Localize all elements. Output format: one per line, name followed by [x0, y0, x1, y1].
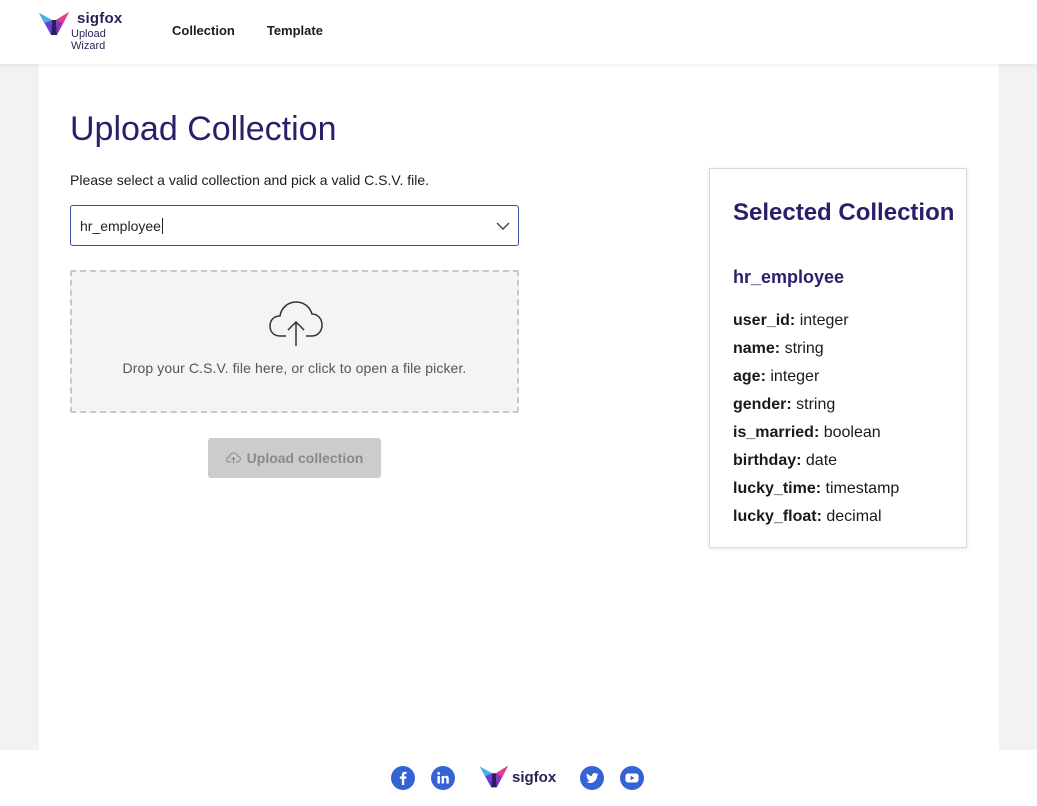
selected-collection-card: Selected Collection hr_employee user_id:…: [709, 168, 967, 548]
field-item: age: integer: [733, 363, 899, 391]
cloud-upload-icon: [225, 452, 241, 464]
nav-collection[interactable]: Collection: [172, 23, 235, 38]
footer: sigfox: [0, 750, 1037, 806]
field-name: birthday:: [733, 452, 802, 469]
field-name: user_id:: [733, 312, 796, 329]
twitter-link[interactable]: [580, 766, 604, 790]
field-name: gender:: [733, 396, 792, 413]
dropzone-text: Drop your C.S.V. file here, or click to …: [122, 360, 467, 376]
main-nav: Collection Template: [172, 23, 323, 38]
field-name: age:: [733, 368, 766, 385]
sigfox-butterfly-icon: [39, 12, 69, 35]
field-type: boolean: [823, 424, 881, 441]
sigfox-butterfly-icon: [479, 765, 509, 788]
collection-select[interactable]: hr_employee: [70, 205, 519, 246]
field-type: timestamp: [825, 480, 900, 497]
upload-button-label: Upload collection: [246, 450, 364, 466]
field-type: integer: [770, 368, 820, 385]
instructions-text: Please select a valid collection and pic…: [70, 172, 430, 188]
collection-fields-list: user_id: integer name: string age: integ…: [733, 307, 899, 531]
field-name: name:: [733, 340, 781, 357]
youtube-icon: [625, 773, 639, 783]
twitter-icon: [586, 773, 599, 783]
linkedin-link[interactable]: [431, 766, 455, 790]
field-type: string: [784, 340, 824, 357]
field-name: lucky_time:: [733, 480, 822, 497]
upload-collection-button[interactable]: Upload collection: [208, 438, 381, 478]
cloud-upload-icon: [269, 301, 323, 346]
page-title: Upload Collection: [70, 110, 337, 148]
file-dropzone[interactable]: Drop your C.S.V. file here, or click to …: [70, 270, 519, 413]
footer-brand-name: sigfox: [512, 769, 557, 786]
selected-collection-name: hr_employee: [733, 267, 845, 287]
brand-logo[interactable]: sigfox Upload Wizard: [38, 10, 128, 54]
brand-subtitle: Upload Wizard: [71, 28, 106, 52]
field-type: decimal: [826, 508, 882, 525]
field-name: is_married:: [733, 424, 820, 441]
facebook-link[interactable]: [391, 766, 415, 790]
main-panel: Upload Collection Please select a valid …: [39, 64, 999, 750]
youtube-link[interactable]: [620, 766, 644, 790]
chevron-down-icon[interactable]: [496, 219, 510, 233]
field-item: lucky_float: decimal: [733, 503, 899, 531]
field-item: gender: string: [733, 391, 899, 419]
field-item: is_married: boolean: [733, 419, 899, 447]
field-item: user_id: integer: [733, 307, 899, 335]
brand-name: sigfox: [77, 10, 123, 27]
field-type: string: [796, 396, 836, 413]
field-item: name: string: [733, 335, 899, 363]
nav-template[interactable]: Template: [267, 23, 323, 38]
top-header: sigfox Upload Wizard Collection Template: [0, 0, 1037, 64]
card-title: Selected Collection: [733, 199, 955, 226]
facebook-icon: [399, 771, 407, 785]
field-item: lucky_time: timestamp: [733, 475, 899, 503]
collection-select-value: hr_employee: [80, 218, 161, 234]
field-type: integer: [799, 312, 849, 329]
field-name: lucky_float:: [733, 508, 822, 525]
footer-brand-logo[interactable]: sigfox: [479, 763, 569, 791]
linkedin-icon: [437, 772, 449, 784]
field-type: date: [805, 452, 838, 469]
field-item: birthday: date: [733, 447, 899, 475]
